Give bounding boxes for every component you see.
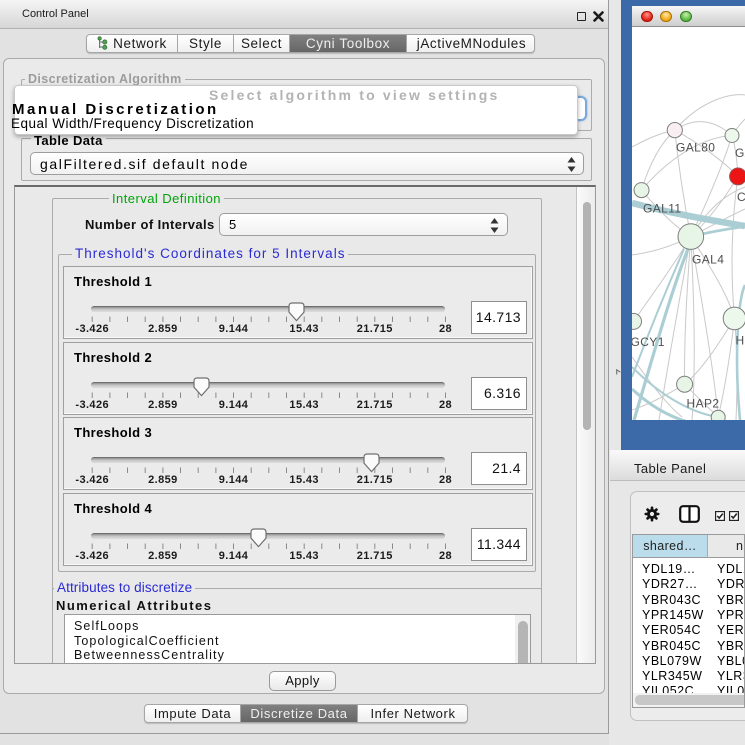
svg-text:H: H [736,334,745,348]
svg-text:GAL11: GAL11 [643,202,681,216]
svg-text:C: C [737,190,745,204]
svg-text:GAL80: GAL80 [676,141,715,155]
svg-text:GAL4: GAL4 [692,253,724,267]
svg-text:GCY1: GCY1 [632,335,665,349]
svg-text:HAP2: HAP2 [687,397,720,411]
svg-text:GA: GA [735,146,745,160]
